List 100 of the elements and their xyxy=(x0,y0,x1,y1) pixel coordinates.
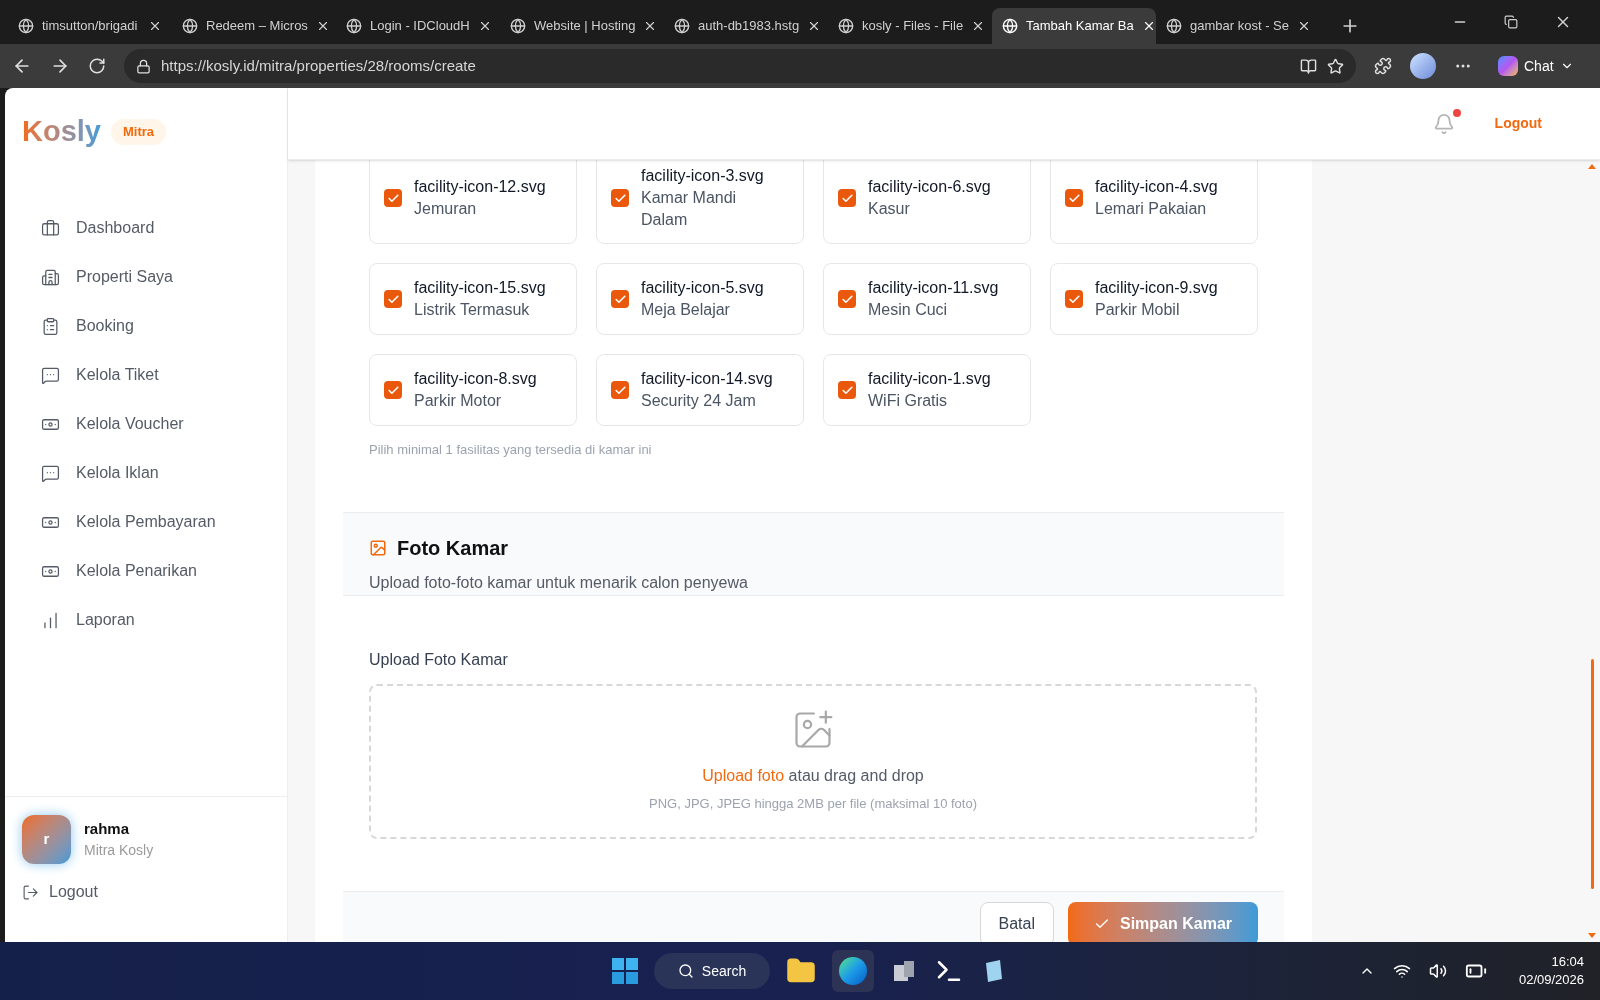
sidebar-item[interactable]: Kelola Penarikan xyxy=(41,556,287,586)
facility-card[interactable]: facility-icon-3.svg Kamar Mandi Dalam xyxy=(596,160,804,244)
building-icon xyxy=(41,267,60,287)
tab-title: Login - IDCloudH xyxy=(370,17,470,36)
checkbox[interactable] xyxy=(611,189,629,207)
facility-file: facility-icon-9.svg xyxy=(1095,278,1218,298)
facility-name: Security 24 Jam xyxy=(641,391,757,411)
sidebar-item[interactable]: Dashboard xyxy=(41,213,287,243)
facility-file: facility-icon-12.svg xyxy=(414,177,546,197)
facility-file: facility-icon-14.svg xyxy=(641,369,773,389)
facility-name: Jemuran xyxy=(414,199,478,219)
upload-hint: PNG, JPG, JPEG hingga 2MB per file (maksimal 10 foto) xyxy=(649,795,977,814)
facility-file: facility-icon-11.svg xyxy=(868,278,999,298)
wifi-icon[interactable] xyxy=(1392,962,1411,980)
restore-icon[interactable] xyxy=(1504,15,1518,29)
upload-dropzone[interactable]: Upload foto atau drag and drop PNG, JPG, JPEG hingga 2MB per file (maksimal 10 foto) xyxy=(369,683,1257,839)
facility-name: Parkir Motor xyxy=(414,391,503,411)
facility-name: Meja Belajar xyxy=(641,300,731,320)
sidebar-item[interactable]: Kelola Iklan xyxy=(41,458,287,488)
checkbox[interactable] xyxy=(384,381,402,399)
scrollbar[interactable] xyxy=(1588,164,1596,938)
scrollbar-thumb[interactable] xyxy=(1591,659,1594,889)
cancel-button[interactable]: Batal xyxy=(979,901,1054,942)
browser-tab[interactable]: Login - IDCloudH xyxy=(336,8,500,44)
facility-card[interactable]: facility-icon-8.svg Parkir Motor xyxy=(369,354,577,426)
checkbox[interactable] xyxy=(611,381,629,399)
facility-card[interactable]: facility-icon-1.svg WiFi Gratis xyxy=(823,354,1031,426)
facility-file: facility-icon-1.svg xyxy=(868,369,991,389)
reload-icon[interactable] xyxy=(88,57,106,75)
check-icon xyxy=(840,383,854,397)
windows-icon[interactable] xyxy=(611,958,638,984)
sidebar-item[interactable]: Properti Saya xyxy=(41,262,287,292)
sidebar-item[interactable]: Kelola Tiket xyxy=(41,360,287,390)
facility-card[interactable]: facility-icon-6.svg Kasur xyxy=(823,160,1031,244)
facility-card[interactable]: facility-icon-15.svg Listrik Termasuk xyxy=(369,263,577,335)
user-role: Mitra Kosly xyxy=(84,841,154,861)
tab-title: kosly - Files - File xyxy=(862,17,964,36)
facility-name: Mesin Cuci xyxy=(868,300,949,320)
globe-icon xyxy=(346,18,362,34)
checkbox[interactable] xyxy=(1065,189,1083,207)
favorite-icon[interactable] xyxy=(1327,57,1344,75)
reader-icon[interactable] xyxy=(1300,57,1317,75)
profile-avatar[interactable] xyxy=(1410,53,1436,79)
close-icon[interactable] xyxy=(1297,19,1311,33)
facility-name: Parkir Mobil xyxy=(1095,300,1181,320)
facility-card[interactable]: facility-icon-12.svg Jemuran xyxy=(369,160,577,244)
browser-tab[interactable]: kosly - Files - File xyxy=(828,8,992,44)
sidebar-item[interactable]: Booking xyxy=(41,311,287,341)
chat-button[interactable]: Chat xyxy=(1490,51,1582,81)
close-icon[interactable] xyxy=(148,19,162,33)
facility-card[interactable]: facility-icon-9.svg Parkir Mobil xyxy=(1050,263,1258,335)
logout-link[interactable]: Logout xyxy=(22,880,270,904)
browser-app-icon[interactable] xyxy=(832,950,875,992)
facility-card[interactable]: facility-icon-4.svg Lemari Pakaian xyxy=(1050,160,1258,244)
browser-tab[interactable]: timsutton/brigadi xyxy=(8,8,172,44)
checkbox[interactable] xyxy=(384,189,402,207)
checkbox[interactable] xyxy=(1065,290,1083,308)
clock[interactable]: 16:04 02/09/2026 xyxy=(1518,953,1584,989)
facility-file: facility-icon-15.svg xyxy=(414,278,546,298)
sidebar-item[interactable]: Kelola Voucher xyxy=(41,409,287,439)
section-title: Foto Kamar xyxy=(397,535,509,561)
browser-tab[interactable]: gambar kost - Se xyxy=(1156,8,1320,44)
check-icon xyxy=(1067,191,1081,205)
user-name: rahma xyxy=(84,818,131,839)
facility-hint: Pilih minimal 1 fasilitas yang tersedia di kamar ini xyxy=(369,441,653,459)
facility-file: facility-icon-3.svg xyxy=(641,166,765,186)
upload-label: Upload Foto Kamar xyxy=(369,649,509,670)
facility-card[interactable]: facility-icon-11.svg Mesin Cuci xyxy=(823,263,1031,335)
lock-icon xyxy=(136,58,151,74)
tab-title: gambar kost - Se xyxy=(1190,17,1289,36)
extensions-icon[interactable] xyxy=(1374,57,1392,75)
check-icon xyxy=(840,191,854,205)
checkbox[interactable] xyxy=(611,290,629,308)
logout-icon xyxy=(22,883,39,901)
url-text: https://kosly.id/mitra/properties/28/rooms/create xyxy=(161,55,477,76)
check-icon xyxy=(386,383,400,397)
sidebar-item[interactable]: Laporan xyxy=(41,605,287,635)
chat-icon xyxy=(41,463,60,483)
facility-file: facility-icon-4.svg xyxy=(1095,177,1218,197)
globe-icon xyxy=(18,18,34,34)
browser-tab[interactable]: auth-db1983.hstg xyxy=(664,8,828,44)
checkbox[interactable] xyxy=(838,189,856,207)
browser-tab[interactable]: Redeem – Micros xyxy=(172,8,336,44)
volume-icon[interactable] xyxy=(1428,962,1447,980)
browser-tab[interactable]: Website | Hosting xyxy=(500,8,664,44)
sidebar-item[interactable]: Kelola Pembayaran xyxy=(41,507,287,537)
search-button[interactable]: Search xyxy=(653,953,771,989)
facility-card[interactable]: facility-icon-5.svg Meja Belajar xyxy=(596,263,804,335)
checkbox[interactable] xyxy=(838,290,856,308)
facility-file: facility-icon-6.svg xyxy=(868,177,991,197)
address-field[interactable]: https://kosly.id/mitra/properties/28/rooms/create xyxy=(124,49,1356,83)
tab-title: Redeem – Micros xyxy=(206,17,308,36)
facility-card[interactable]: facility-icon-14.svg Security 24 Jam xyxy=(596,354,804,426)
tab-title: Tambah Kamar Ba xyxy=(1026,17,1134,36)
globe-icon xyxy=(510,18,526,34)
checkbox[interactable] xyxy=(838,381,856,399)
facility-file: facility-icon-8.svg xyxy=(414,369,537,389)
check-icon xyxy=(1067,292,1081,306)
checkbox[interactable] xyxy=(384,290,402,308)
browser-tab[interactable]: Tambah Kamar Ba xyxy=(992,8,1156,44)
